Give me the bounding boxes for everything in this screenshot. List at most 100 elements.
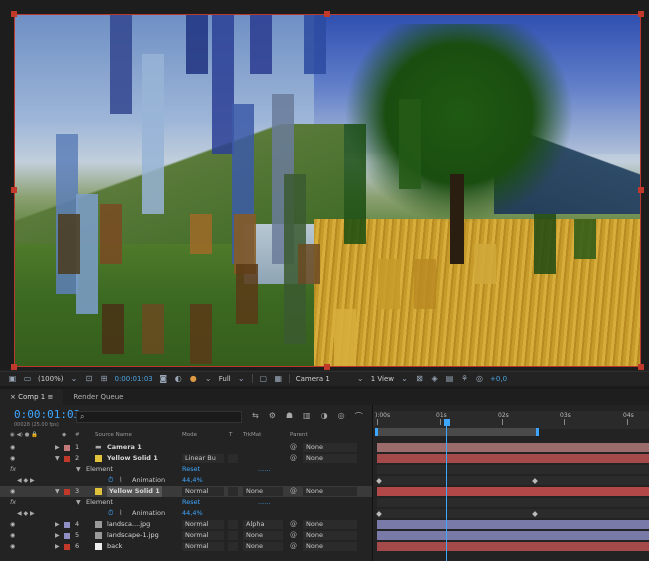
timeline-graph[interactable]: ):00s 01s 02s 03s 04s: [373, 405, 649, 561]
layer-duration-bar[interactable]: [377, 520, 649, 529]
layer-name[interactable]: back: [107, 541, 122, 552]
work-area-bar[interactable]: [375, 428, 539, 436]
label-color[interactable]: [64, 456, 70, 462]
eye-icon[interactable]: ◉: [10, 488, 18, 495]
work-area-start-handle[interactable]: [375, 428, 378, 436]
stopwatch-icon[interactable]: ⏱: [108, 475, 113, 486]
layer-duration-bar[interactable]: [377, 443, 649, 452]
close-icon[interactable]: ×: [10, 393, 18, 401]
eye-icon[interactable]: ◉: [10, 532, 18, 539]
source-name-header[interactable]: Source Name: [95, 432, 132, 438]
camera-view-dropdown[interactable]: Camera 1: [296, 375, 350, 383]
blend-mode-dropdown[interactable]: Normal: [182, 542, 224, 551]
reset-button[interactable]: Reset: [182, 497, 200, 508]
chevron-down-icon[interactable]: ⌄: [400, 374, 409, 383]
blend-mode-dropdown[interactable]: Normal: [182, 487, 224, 496]
effect-name[interactable]: Element: [86, 497, 113, 508]
camera-snapshot-icon[interactable]: ◙: [159, 374, 168, 383]
layer-row[interactable]: ◉ ▶ 1 ▬ Camera 1 @ None: [0, 442, 372, 453]
chevron-right-icon[interactable]: ▶: [55, 442, 60, 453]
draft-3d-icon[interactable]: ⚙: [269, 411, 276, 422]
toggle-pixel-aspect-icon[interactable]: ⊠: [415, 374, 424, 383]
color-channels-icon[interactable]: ●: [189, 374, 198, 383]
graph-editor-icon[interactable]: ◎: [338, 411, 345, 422]
pickwhip-icon[interactable]: @: [290, 530, 297, 541]
transform-handle[interactable]: [11, 364, 17, 370]
track-matte-dropdown[interactable]: None: [243, 487, 283, 496]
effect-name[interactable]: Element: [86, 464, 113, 475]
graph-icon[interactable]: ⌇: [119, 508, 122, 519]
transform-handle[interactable]: [638, 11, 644, 17]
keyframe-navigator-icon[interactable]: ◀ ◆ ▶: [17, 475, 35, 486]
parent-dropdown[interactable]: None: [303, 454, 357, 463]
eye-icon[interactable]: ◉: [10, 444, 18, 451]
chevron-down-icon[interactable]: ⌄: [356, 374, 365, 383]
preserve-transparency-toggle[interactable]: [228, 487, 238, 496]
region-of-interest-icon[interactable]: ▢: [259, 374, 268, 383]
chevron-down-icon[interactable]: ▼: [55, 453, 60, 464]
motion-blur-icon[interactable]: ◑: [321, 411, 328, 422]
chevron-down-icon[interactable]: ⌄: [237, 374, 246, 383]
eye-icon[interactable]: ◉: [10, 543, 18, 550]
transform-handle[interactable]: [11, 187, 17, 193]
layer-row[interactable]: ◉ ▼ 2 Yellow Solid 1 Linear Bu @ None: [0, 453, 372, 464]
resolution-dropdown[interactable]: Full: [219, 375, 231, 383]
graph-icon[interactable]: ⌇: [119, 475, 122, 486]
chevron-down-icon[interactable]: ⌄: [204, 374, 213, 383]
effect-options-button[interactable]: ......: [258, 464, 270, 475]
grid-icon[interactable]: ⊞: [99, 374, 108, 383]
track-matte-dropdown[interactable]: Alpha: [243, 520, 283, 529]
zoom-dropdown[interactable]: (100%): [38, 375, 63, 383]
transparency-grid-icon[interactable]: ▦: [274, 374, 283, 383]
label-color[interactable]: [64, 445, 70, 451]
exposure-value[interactable]: +0,0: [490, 375, 507, 383]
transform-handle[interactable]: [11, 11, 17, 17]
pickwhip-icon[interactable]: @: [290, 541, 297, 552]
view-layout-dropdown[interactable]: 1 View: [371, 375, 394, 383]
transform-handle[interactable]: [638, 364, 644, 370]
blend-mode-dropdown[interactable]: Normal: [182, 520, 224, 529]
always-preview-icon[interactable]: ▣: [8, 374, 17, 383]
pickwhip-icon[interactable]: @: [290, 453, 297, 464]
layer-name[interactable]: Yellow Solid 1: [107, 486, 162, 497]
pickwhip-icon[interactable]: @: [290, 519, 297, 530]
property-value[interactable]: 44,4%: [182, 475, 203, 486]
monitor-icon[interactable]: ▭: [23, 374, 32, 383]
layer-name[interactable]: landscape-1.jpg: [107, 530, 159, 541]
timeline-icon[interactable]: ▤: [445, 374, 454, 383]
transform-handle[interactable]: [324, 11, 330, 17]
property-value[interactable]: 44,4%: [182, 508, 203, 519]
reset-exposure-icon[interactable]: ◎: [475, 374, 484, 383]
layer-duration-bar[interactable]: [377, 487, 649, 496]
composition-canvas[interactable]: [14, 14, 641, 367]
blend-mode-dropdown[interactable]: Normal: [182, 531, 224, 540]
search-input[interactable]: ⌕: [76, 411, 242, 423]
label-color[interactable]: [64, 522, 70, 528]
comp-flowchart-icon[interactable]: ⚘: [460, 374, 469, 383]
preserve-transparency-toggle[interactable]: [228, 542, 238, 551]
hide-shy-layers-icon[interactable]: ☗: [286, 411, 293, 422]
layer-name[interactable]: landsca....jpg: [107, 519, 150, 530]
current-time-indicator[interactable]: [446, 425, 447, 561]
layer-duration-bar[interactable]: [377, 542, 649, 551]
parent-dropdown[interactable]: None: [303, 542, 357, 551]
fast-preview-icon[interactable]: ◈: [430, 374, 439, 383]
preserve-transparency-toggle[interactable]: [228, 520, 238, 529]
stopwatch-icon[interactable]: ⏱: [108, 508, 113, 519]
pickwhip-icon[interactable]: @: [290, 442, 297, 453]
transform-handle[interactable]: [638, 187, 644, 193]
effect-options-button[interactable]: ......: [258, 497, 270, 508]
layer-duration-bar[interactable]: [377, 454, 649, 463]
label-color[interactable]: [64, 489, 70, 495]
eye-icon[interactable]: ◉: [10, 455, 18, 462]
current-time-indicator-handle[interactable]: [444, 419, 450, 426]
work-area-end-handle[interactable]: [536, 428, 539, 436]
parent-dropdown[interactable]: None: [303, 443, 357, 452]
curve-icon[interactable]: ⌒: [355, 411, 363, 422]
chevron-right-icon[interactable]: ▶: [55, 530, 60, 541]
label-color[interactable]: [64, 544, 70, 550]
time-ruler[interactable]: [373, 411, 649, 429]
chevron-down-icon[interactable]: ⌄: [69, 374, 78, 383]
menu-icon[interactable]: ≡: [45, 393, 53, 401]
layer-row[interactable]: ◉ ▶ 6 back Normal None @ None: [0, 541, 372, 552]
